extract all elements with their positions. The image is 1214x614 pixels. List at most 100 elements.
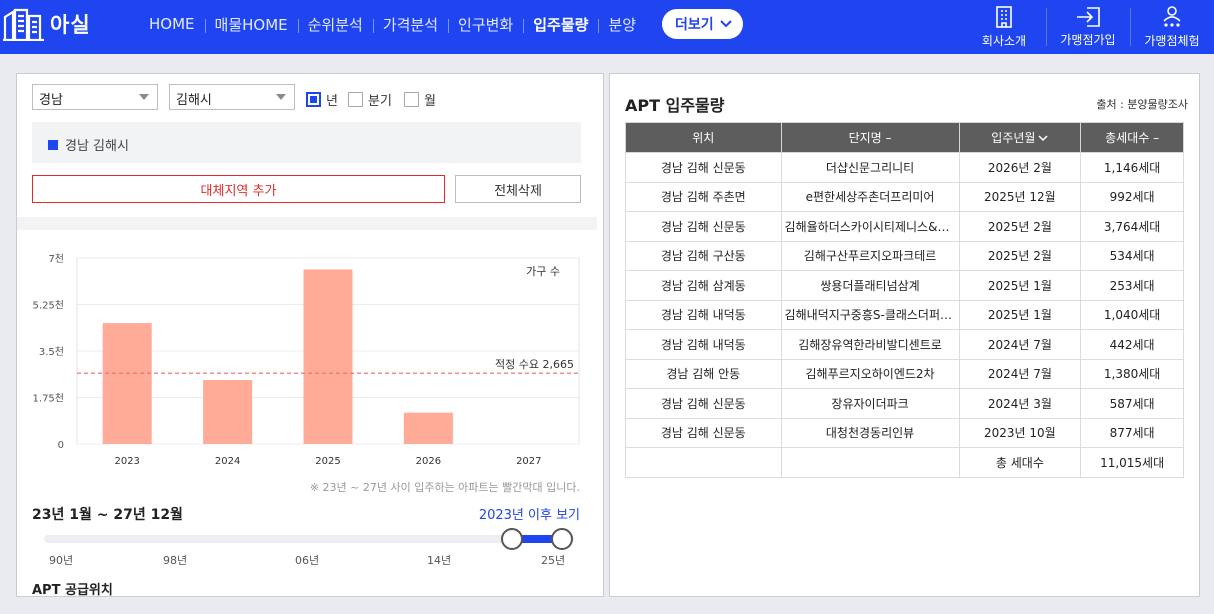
city-select[interactable]: 김해시	[169, 84, 295, 110]
cell-complex-name: 김해내덕지구중흥S-클래스더퍼스트	[780, 299, 960, 330]
company-intro-link[interactable]: 회사소개	[962, 0, 1046, 54]
cell-move-in-date: 2024년 7월	[958, 358, 1082, 389]
table-row[interactable]: 경남 김해 신문동 장유자이더파크 2024년 3월 587세대	[625, 388, 1184, 419]
left-panel: 경남 김해시 년 분기 월 경남 김해시 대체지역 추가 전체삭제 0 1.75천…	[16, 73, 604, 597]
franchise-join-link[interactable]: 가맹점가입	[1046, 0, 1130, 54]
period-year-checkbox[interactable]: 년	[306, 90, 338, 109]
slider-tick-label: 25년	[541, 554, 566, 567]
cell-location: 경남 김해 주촌면	[625, 181, 782, 212]
sort-chevron-down-icon	[1038, 131, 1048, 145]
checkbox-icon	[348, 92, 363, 107]
period-month-checkbox[interactable]: 월	[404, 90, 436, 109]
slider-tick-label: 90년	[49, 554, 74, 567]
chart-legend-label: 가구 수	[526, 265, 560, 278]
dropdown-arrow-icon	[276, 94, 286, 100]
logo[interactable]: 아실	[2, 6, 91, 42]
period-slider-start-handle[interactable]	[501, 528, 523, 550]
cell-move-in-date: 2024년 7월	[958, 329, 1082, 360]
table-row[interactable]: 경남 김해 구산동 김해구산푸르지오파크테르 2025년 2월 534세대	[625, 240, 1184, 271]
bar	[102, 323, 152, 444]
cell-total-units: 1,146세대	[1080, 152, 1184, 183]
cell-move-in-date: 2023년 10월	[958, 417, 1082, 448]
period-slider-track[interactable]	[44, 535, 574, 543]
cell-total-units: 1,380세대	[1080, 358, 1184, 389]
table-row[interactable]: 경남 김해 안동 김해푸르지오하이엔드2차 2024년 7월 1,380세대	[625, 358, 1184, 389]
total-empty-cell	[625, 447, 782, 478]
dropdown-arrow-icon	[139, 94, 149, 100]
cell-move-in-date: 2025년 1월	[958, 299, 1082, 330]
table-row[interactable]: 경남 김해 신문동 더샵신문그리니티 2026년 2월 1,146세대	[625, 152, 1184, 183]
table-row[interactable]: 경남 김해 주촌면 e편한세상주촌더프리미어 2025년 12월 992세대	[625, 181, 1184, 212]
cell-move-in-date: 2025년 1월	[958, 270, 1082, 301]
column-header-complex-name[interactable]: 단지명 –	[780, 122, 960, 153]
total-empty-cell	[780, 447, 960, 478]
cell-total-units: 1,040세대	[1080, 299, 1184, 330]
series-color-swatch	[48, 139, 58, 150]
more-button[interactable]: 더보기	[662, 9, 743, 39]
franchise-trial-link[interactable]: 가맹점체험	[1130, 0, 1214, 54]
nav-listing-home[interactable]: 매물HOME	[204, 14, 298, 35]
period-slider-end-handle[interactable]	[551, 528, 573, 550]
building-logo-icon	[3, 8, 44, 41]
main-nav: HOME 매물HOME 순위분석 가격분석 인구변화 입주물량 분양 더보기	[139, 9, 743, 39]
nav-population[interactable]: 인구변화	[448, 14, 523, 35]
period-quarter-checkbox[interactable]: 분기	[348, 90, 392, 109]
cell-complex-name: 더샵신문그리니티	[780, 152, 960, 183]
bar	[203, 379, 253, 444]
cell-total-units: 587세대	[1080, 388, 1184, 419]
cell-move-in-date: 2025년 2월	[958, 240, 1082, 271]
table-row[interactable]: 경남 김해 신문동 김해율하더스카이시티제니스&프... 2025년 2월 3,764…	[625, 211, 1184, 242]
cell-location: 경남 김해 신문동	[625, 152, 782, 183]
y-tick-label: 1.75천	[33, 393, 64, 405]
view-after-2023-link[interactable]: 2023년 이후 보기	[479, 504, 580, 523]
table-title: APT 입주물량	[625, 96, 725, 115]
cell-complex-name: 장유자이더파크	[780, 388, 960, 419]
column-header-move-in-date[interactable]: 입주년월	[958, 122, 1082, 153]
right-panel: APT 입주물량 출처 : 분양물량조사 위치 단지명 – 입주년월 총세대수 …	[609, 73, 1200, 597]
nav-presale[interactable]: 분양	[598, 14, 646, 35]
bar	[403, 412, 453, 444]
logo-text: 아실	[50, 13, 91, 37]
selected-region-label: 경남 김해시	[65, 139, 129, 154]
cell-move-in-date: 2026년 2월	[958, 152, 1082, 183]
table-row[interactable]: 경남 김해 내덕동 김해장유역한라비발디센트로 2024년 7월 442세대	[625, 329, 1184, 360]
period-month-label: 월	[424, 94, 436, 109]
cell-complex-name: 김해율하더스카이시티제니스&프...	[780, 211, 960, 242]
franchise-join-label: 가맹점가입	[1060, 33, 1116, 47]
selected-region-item[interactable]: 경남 김해시	[48, 135, 129, 154]
bar	[303, 269, 353, 444]
column-header-total-units[interactable]: 총세대수 –	[1080, 122, 1184, 153]
selected-region-list: 경남 김해시	[32, 122, 581, 163]
cell-complex-name: 김해푸르지오하이엔드2차	[780, 358, 960, 389]
nav-ranking[interactable]: 순위분석	[297, 14, 373, 35]
delete-all-button[interactable]: 전체삭제	[455, 175, 581, 203]
right-menu: 회사소개 가맹점가입 가맹점체험	[962, 0, 1214, 54]
nav-price-analysis[interactable]: 가격분석	[372, 14, 448, 35]
province-select-value: 경남	[39, 93, 63, 108]
table-row[interactable]: 경남 김해 내덕동 김해내덕지구중흥S-클래스더퍼스트 2025년 1월 1,040세…	[625, 299, 1184, 330]
add-region-button[interactable]: 대체지역 추가	[32, 175, 445, 203]
company-intro-label: 회사소개	[981, 34, 1027, 48]
table-row[interactable]: 경남 김해 신문동 대청천경동리인뷰 2023년 10월 877세대	[625, 417, 1184, 448]
cell-complex-name: 김해구산푸르지오파크테르	[780, 240, 960, 271]
x-tick-label: 2025	[315, 456, 340, 467]
checkbox-checked-icon	[306, 92, 321, 107]
slider-tick-label: 14년	[427, 554, 452, 567]
nav-move-in-volume[interactable]: 입주물량	[523, 14, 598, 35]
x-tick-label: 2024	[215, 456, 240, 467]
province-select[interactable]: 경남	[32, 84, 158, 110]
column-header-move-in-date-label: 입주년월	[991, 131, 1036, 145]
table-source: 출처 : 분양물량조사	[1096, 98, 1188, 111]
x-tick-label: 2027	[516, 456, 541, 467]
chart-note: ※ 23년 ~ 27년 사이 입주하는 아파트는 빨간막대 입니다.	[309, 481, 580, 494]
login-icon	[1077, 7, 1100, 27]
cell-location: 경남 김해 신문동	[625, 211, 782, 242]
cell-complex-name: 쌍용더플래티넘삼계	[780, 270, 960, 301]
total-value-cell: 11,015세대	[1080, 447, 1184, 478]
x-tick-label: 2026	[416, 456, 441, 467]
nav-home[interactable]: HOME	[139, 15, 205, 33]
cell-location: 경남 김해 신문동	[625, 388, 782, 419]
cell-move-in-date: 2025년 2월	[958, 211, 1082, 242]
reference-line-label: 적정 수요 2,665	[495, 358, 574, 371]
table-row[interactable]: 경남 김해 삼계동 쌍용더플래티넘삼계 2025년 1월 253세대	[625, 270, 1184, 301]
